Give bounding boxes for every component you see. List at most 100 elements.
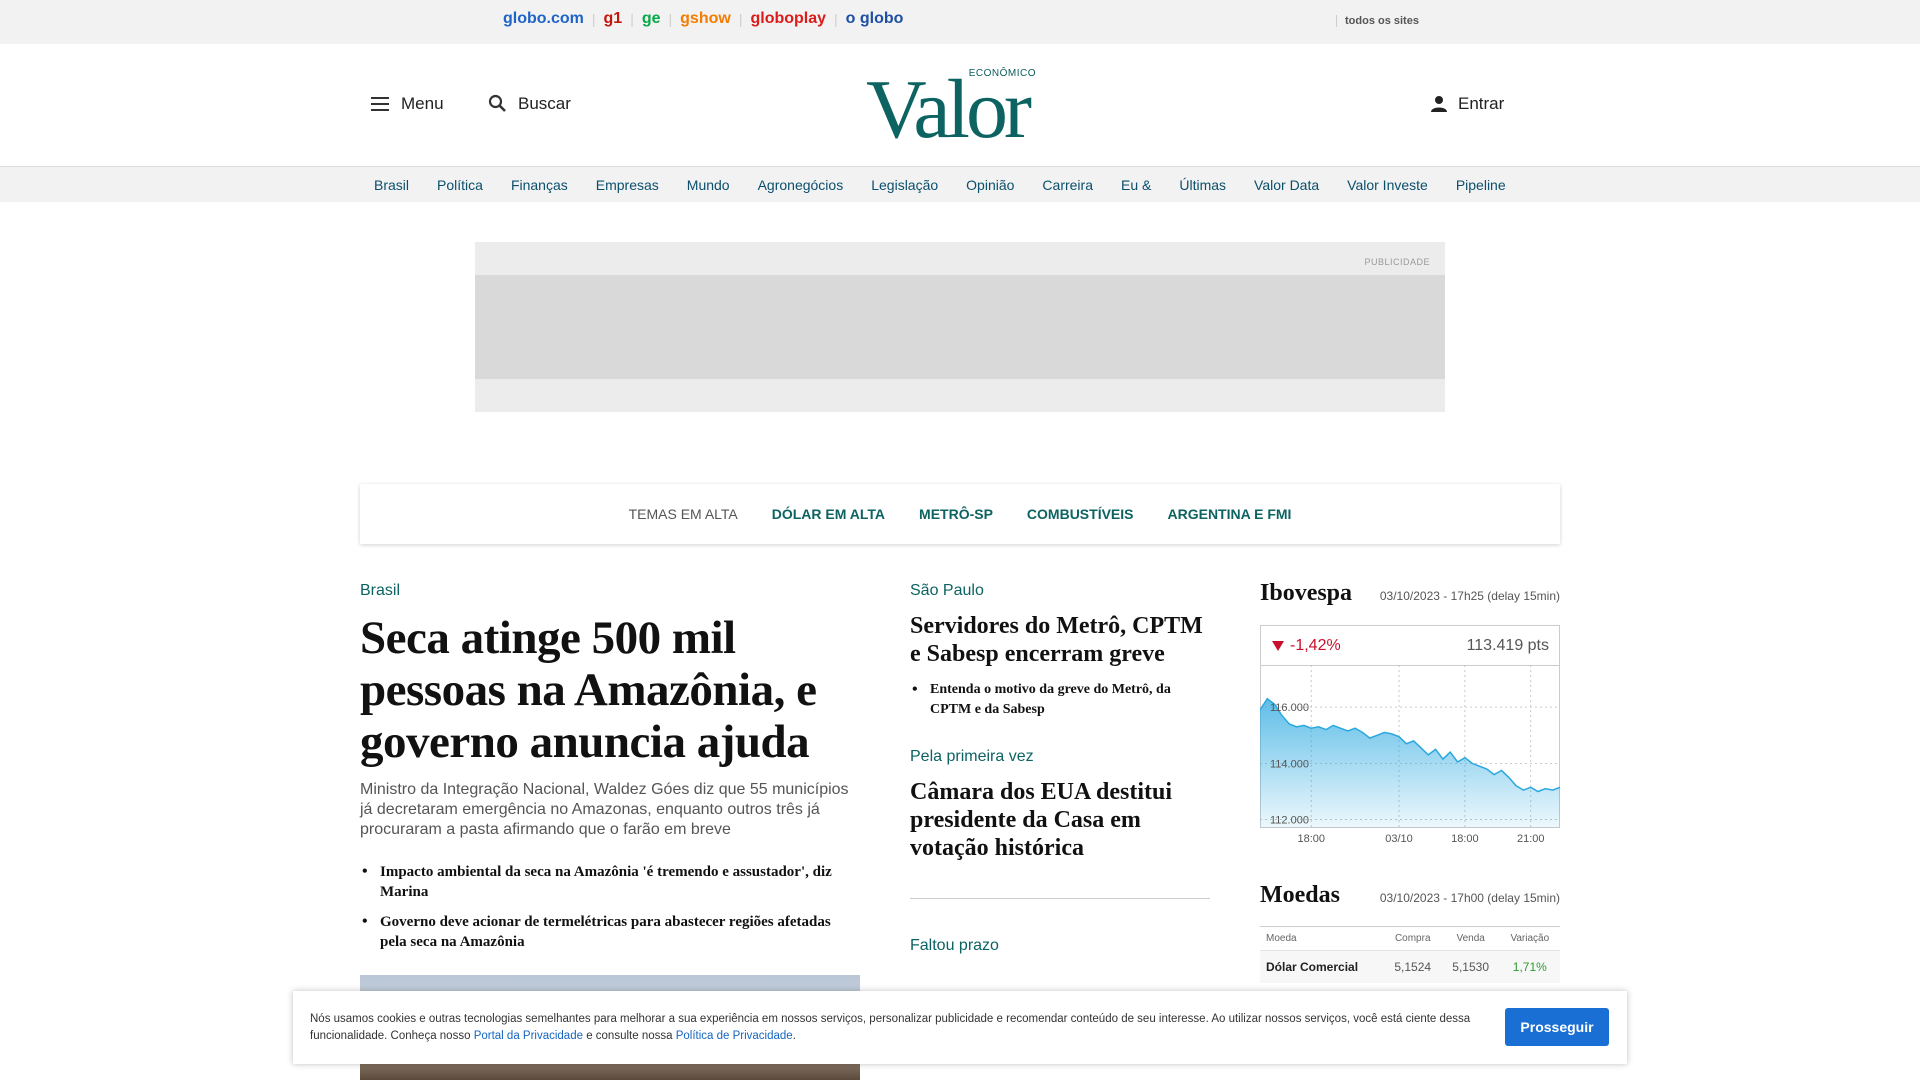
news-related-list: Entenda o motivo da greve do Metrô, da C… — [910, 680, 1210, 720]
menu-button[interactable]: Menu — [371, 94, 444, 114]
related-link[interactable]: Impacto ambiental da seca na Amazônia 'é… — [360, 862, 860, 902]
separator: | — [630, 11, 634, 27]
brand-link-globo[interactable]: globo.com — [503, 10, 584, 28]
main-story-summary[interactable]: Ministro da Integração Nacional, Waldez … — [360, 780, 860, 840]
x-tick-label: 21:00 — [1517, 833, 1545, 845]
section-link-financas[interactable]: Finanças — [497, 177, 582, 193]
column-header: Compra — [1383, 926, 1442, 951]
ibovespa-header: Ibovespa 03/10/2023 - 17h25 (delay 15min… — [1260, 580, 1560, 607]
site-header: Menu Buscar ECONÔMICO Valor Entrar — [0, 44, 1920, 167]
all-sites-link[interactable]: todos os sites — [1336, 15, 1419, 27]
login-label: Entrar — [1458, 94, 1505, 113]
logo-wordmark: Valor — [866, 63, 1032, 156]
main-story-related-list: Impacto ambiental da seca na Amazônia 'é… — [360, 862, 860, 962]
user-icon — [1430, 95, 1448, 113]
separator: | — [591, 11, 596, 27]
section-nav: Brasil Política Finanças Empresas Mundo … — [0, 167, 1920, 202]
ibovespa-title[interactable]: Ibovespa — [1260, 580, 1352, 607]
down-triangle-icon — [1272, 640, 1284, 651]
cookie-accept-button[interactable]: Prosseguir — [1505, 1008, 1609, 1046]
section-link-legislacao[interactable]: Legislação — [857, 177, 952, 193]
divider — [910, 898, 1210, 899]
section-link-pipeline[interactable]: Pipeline — [1442, 177, 1520, 193]
section-link-politica[interactable]: Política — [423, 177, 497, 193]
globo-brand-links: globo.com | g1 | ge | gshow | globoplay … — [503, 10, 903, 28]
ibovespa-chart[interactable]: 116.000 114.000 112.000 — [1260, 665, 1560, 828]
section-link-agronegocios[interactable]: Agronegócios — [744, 177, 858, 193]
y-tick-label: 112.000 — [1270, 815, 1309, 827]
moedas-table: Moeda Compra Venda Variação Dólar Comerc… — [1260, 926, 1560, 983]
separator: | — [834, 11, 838, 27]
section-link-ultimas[interactable]: Últimas — [1165, 177, 1240, 193]
news-kicker[interactable]: Pela primeira vez — [910, 748, 1210, 766]
moedas-date: 03/10/2023 - 17h00 (delay 15min) — [1379, 891, 1560, 905]
moedas-title[interactable]: Moedas — [1260, 882, 1340, 909]
ad-banner: PUBLICIDADE — [475, 242, 1445, 412]
news-card: Faltou prazo — [910, 937, 1210, 955]
cookie-text-part: e consulte nossa — [583, 1030, 676, 1042]
related-link[interactable]: Entenda o motivo da greve do Metrô, da C… — [910, 680, 1210, 720]
moedas-header: Moedas 03/10/2023 - 17h00 (delay 15min) — [1260, 882, 1560, 909]
hamburger-icon — [371, 97, 391, 111]
brand-link-g1[interactable]: g1 — [604, 10, 623, 28]
ibovespa-points: 113.419 pts — [1466, 636, 1549, 654]
privacy-portal-link[interactable]: Portal da Privacidade — [474, 1030, 583, 1042]
news-headline[interactable]: Câmara dos EUA destitui presidente da Ca… — [910, 778, 1210, 862]
privacy-policy-link[interactable]: Política de Privacidade — [676, 1030, 793, 1042]
ibovespa-change: -1,42% — [1271, 637, 1341, 655]
trending-label: TEMAS EM ALTA — [628, 506, 738, 522]
y-tick-label: 116.000 — [1270, 702, 1309, 714]
cookie-text: Nós usamos cookies e outras tecnologias … — [310, 1011, 1490, 1045]
brand-link-ge[interactable]: ge — [642, 10, 661, 28]
currency-sell: 5,1530 — [1441, 950, 1500, 983]
news-kicker[interactable]: São Paulo — [910, 582, 1210, 600]
cookie-banner: Nós usamos cookies e outras tecnologias … — [293, 991, 1627, 1064]
brand-link-oglobo[interactable]: o globo — [846, 10, 904, 28]
currency-buy: 5,1524 — [1383, 950, 1442, 983]
section-link-carreira[interactable]: Carreira — [1028, 177, 1107, 193]
section-link-eu[interactable]: Eu & — [1107, 177, 1165, 193]
trending-tag[interactable]: COMBUSTÍVEIS — [1027, 506, 1134, 522]
login-button[interactable]: Entrar — [1430, 94, 1504, 114]
table-header-row: Moeda Compra Venda Variação — [1260, 926, 1560, 951]
news-card: São Paulo Servidores do Metrô, CPTM e Sa… — [910, 582, 1210, 720]
currency-variation: 1,71% — [1499, 950, 1560, 983]
column-header: Variação — [1499, 926, 1560, 951]
brand-link-gshow[interactable]: gshow — [680, 10, 731, 28]
search-icon — [488, 94, 508, 114]
menu-label: Menu — [401, 94, 444, 113]
currency-name: Dólar Comercial — [1260, 950, 1384, 983]
cookie-text-part: . — [792, 1030, 796, 1042]
valor-logo[interactable]: ECONÔMICO Valor — [866, 68, 1056, 152]
section-link-empresas[interactable]: Empresas — [582, 177, 673, 193]
ad-slot[interactable] — [475, 275, 1445, 379]
search-button[interactable]: Buscar — [488, 94, 571, 114]
separator: | — [668, 11, 673, 27]
related-link[interactable]: Governo deve acionar de termelétricas pa… — [360, 912, 860, 952]
trending-tag[interactable]: DÓLAR EM ALTA — [772, 506, 885, 522]
section-link-brasil[interactable]: Brasil — [360, 177, 423, 193]
section-link-valor-data[interactable]: Valor Data — [1240, 177, 1333, 193]
news-card: Pela primeira vez Câmara dos EUA destitu… — [910, 748, 1210, 862]
news-kicker[interactable]: Faltou prazo — [910, 937, 1210, 955]
trending-topics-bar: TEMAS EM ALTA DÓLAR EM ALTA METRÔ-SP COM… — [360, 484, 1560, 544]
separator: | — [738, 11, 743, 27]
ibovespa-summary: -1,42% 113.419 pts — [1261, 626, 1559, 666]
trending-tag[interactable]: ARGENTINA E FMI — [1168, 506, 1292, 522]
main-story-kicker[interactable]: Brasil — [360, 582, 400, 600]
ad-label: PUBLICIDADE — [1364, 257, 1430, 267]
search-label: Buscar — [518, 94, 571, 113]
x-tick-label: 18:00 — [1297, 833, 1325, 845]
section-link-opiniao[interactable]: Opinião — [952, 177, 1028, 193]
table-row[interactable]: Dólar Comercial 5,1524 5,1530 1,71% — [1260, 950, 1560, 983]
ibovespa-x-axis: 18:00 03/10 18:00 21:00 — [1297, 833, 1545, 845]
brand-link-globoplay[interactable]: globoplay — [750, 10, 826, 28]
section-link-mundo[interactable]: Mundo — [673, 177, 744, 193]
news-headline[interactable]: Servidores do Metrô, CPTM e Sabesp encer… — [910, 612, 1210, 668]
x-tick-label: 18:00 — [1451, 833, 1479, 845]
y-tick-label: 114.000 — [1270, 758, 1309, 770]
trending-tag[interactable]: METRÔ-SP — [919, 506, 993, 522]
column-header: Venda — [1441, 926, 1500, 951]
main-story-headline[interactable]: Seca atinge 500 mil pessoas na Amazônia,… — [360, 612, 860, 768]
section-link-valor-investe[interactable]: Valor Investe — [1333, 177, 1442, 193]
